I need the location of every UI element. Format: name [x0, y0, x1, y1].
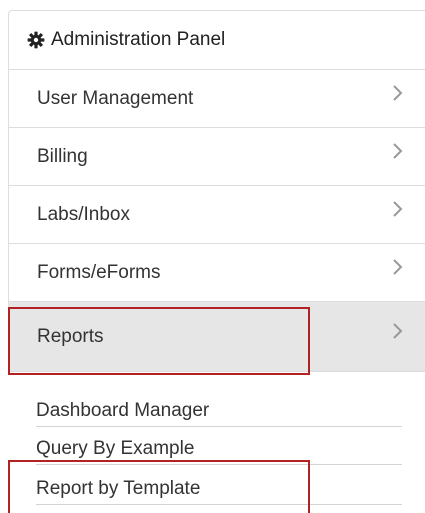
chevron-right-icon	[393, 259, 403, 275]
chevron-right-icon	[393, 323, 403, 339]
menu-item-billing[interactable]: Billing	[8, 128, 425, 186]
panel-title: Administration Panel	[51, 29, 226, 50]
gear-icon	[27, 31, 45, 49]
menu-item-label: User Management	[37, 87, 194, 109]
menu-item-label: Forms/eForms	[37, 261, 161, 283]
chevron-right-icon	[393, 201, 403, 217]
panel-header: Administration Panel	[8, 10, 425, 70]
administration-panel: Administration Panel User Management Bil…	[8, 10, 425, 513]
submenu-item-label: Dashboard Manager	[36, 400, 210, 421]
menu-item-label: Billing	[37, 145, 88, 167]
submenu-item-label: Report by Template	[36, 478, 201, 499]
submenu-item-query-by-example[interactable]: Query By Example	[36, 427, 402, 465]
menu-item-forms-eforms[interactable]: Forms/eForms	[8, 244, 425, 302]
submenu-item-dashboard-manager[interactable]: Dashboard Manager	[36, 389, 402, 427]
submenu-item-report-by-template[interactable]: Report by Template	[36, 467, 402, 505]
menu-item-reports[interactable]: Reports	[8, 302, 425, 372]
menu-item-labs-inbox[interactable]: Labs/Inbox	[8, 186, 425, 244]
menu-item-label: Reports	[37, 325, 104, 347]
chevron-right-icon	[393, 85, 403, 101]
submenu-item-label: Query By Example	[36, 438, 195, 459]
menu-item-user-management[interactable]: User Management	[8, 70, 425, 128]
menu-item-label: Labs/Inbox	[37, 203, 130, 225]
chevron-right-icon	[393, 143, 403, 159]
